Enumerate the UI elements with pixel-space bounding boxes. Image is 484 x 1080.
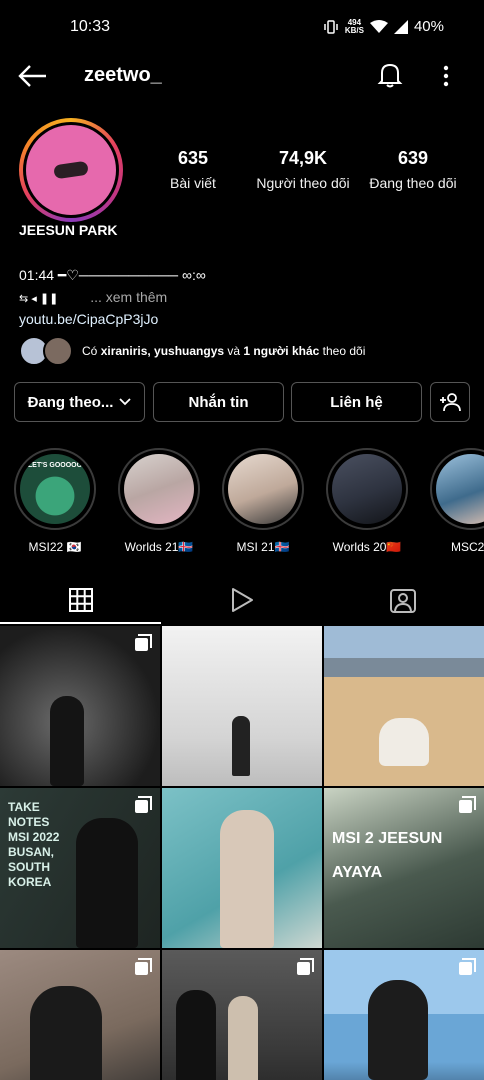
contact-button[interactable]: Liên hệ [291,382,422,422]
profile-bio: 01:44 ━♡────────── ∞:∞ ⇆ ◂ ❚❚ ... xem th… [19,264,206,330]
bell-icon[interactable] [376,61,404,89]
multiple-photos-icon [135,796,152,813]
add-user-icon [440,393,461,412]
bio-line-1: 01:44 ━♡────────── ∞:∞ [19,267,206,283]
more-options-icon[interactable] [436,62,456,90]
profile-full-name: JEESUN PARK [19,222,118,238]
post-thumbnail[interactable] [162,950,322,1080]
tab-reels[interactable] [161,576,322,624]
post-thumbnail[interactable]: TAKE NOTES MSI 2022 BUSAN, SOUTH KOREA [0,788,160,948]
see-more-link[interactable]: ... xem thêm [90,289,167,305]
profile-tabs [0,576,484,626]
stat-following[interactable]: 639 Đang theo dõi [364,148,462,191]
bio-line-2: ⇆ ◂ ❚❚ ... xem thêm [19,289,168,305]
back-arrow-icon[interactable] [18,64,48,88]
followed-by[interactable]: Có xiraniris, yushuangys và 1 người khác… [19,336,469,368]
highlight-item[interactable]: MSC20 [430,448,484,554]
post-thumbnail[interactable] [162,788,322,948]
grid-icon [68,588,93,612]
highlight-cover [228,454,298,524]
post-thumbnail[interactable]: MSI 2 JEESUN AYAYA [324,788,484,948]
vibrate-icon [324,19,338,34]
battery-level: 40% [413,18,444,35]
multiple-photos-icon [297,958,314,975]
add-user-button[interactable] [430,382,470,422]
post-thumbnail[interactable] [0,626,160,786]
multiple-photos-icon [459,796,476,813]
highlight-cover: LET'S GOOOOO [20,454,90,524]
status-icons: 494 KB/S 40% [323,18,444,35]
signal-icon [393,19,408,34]
stat-posts[interactable]: 635 Bài viết [160,148,226,191]
net-speed: 494 KB/S [344,17,364,35]
active-tab-indicator [0,622,161,624]
highlight-cover [332,454,402,524]
post-thumbnail[interactable] [324,950,484,1080]
story-highlights: LET'S GOOOOO MSI22 🇰🇷 Worlds 21🇮🇸 MSI 21… [0,448,484,558]
multiple-photos-icon [459,958,476,975]
post-thumbnail[interactable] [0,950,160,1080]
play-icon [231,588,253,612]
highlight-cover [436,454,484,524]
highlight-item[interactable]: MSI 21🇮🇸 [222,448,304,554]
wifi-icon [369,19,388,33]
follower-avatar-2 [43,336,73,366]
highlight-cover [124,454,194,524]
post-thumbnail[interactable] [324,626,484,786]
message-button[interactable]: Nhắn tin [153,382,284,422]
tagged-person-icon [389,589,416,613]
bio-link[interactable]: youtu.be/CipaCpP3jJo [19,308,206,330]
post-thumbnail[interactable] [162,626,322,786]
highlight-item[interactable]: Worlds 21🇮🇸 [118,448,200,554]
followed-by-text: Có xiraniris, yushuangys và 1 người khác… [82,344,366,358]
status-bar: 10:33 494 KB/S 40% [0,0,484,56]
profile-username: zeetwo_ [84,64,162,86]
profile-avatar[interactable] [19,118,123,222]
tab-tagged[interactable] [322,576,483,624]
multiple-photos-icon [135,958,152,975]
avatar-image [26,125,116,215]
following-button[interactable]: Đang theo... [14,382,145,422]
chevron-down-icon [119,398,132,406]
status-time: 10:33 [70,18,111,35]
highlight-item[interactable]: Worlds 20🇨🇳 [326,448,408,554]
tab-grid[interactable] [0,576,161,624]
profile-header: zeetwo_ [0,56,484,100]
multiple-photos-icon [135,634,152,651]
highlight-item[interactable]: LET'S GOOOOO MSI22 🇰🇷 [14,448,96,554]
stat-followers[interactable]: 74,9K Người theo dõi [250,148,356,191]
